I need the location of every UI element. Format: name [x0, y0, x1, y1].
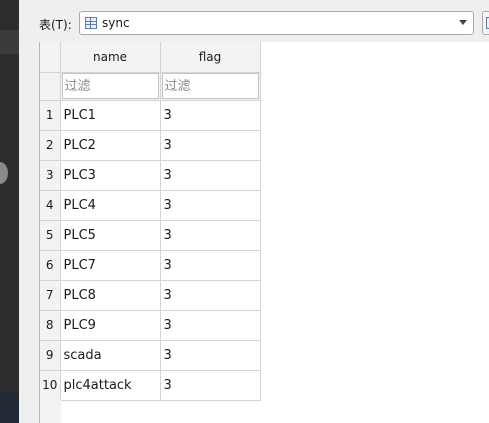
table-row[interactable]: 9 scada 3: [40, 340, 261, 371]
cell-name[interactable]: PLC7: [60, 250, 161, 281]
chevron-down-icon[interactable]: [459, 20, 467, 25]
filter-cell-name: [60, 72, 161, 101]
table-select[interactable]: sync: [79, 11, 474, 35]
background-app-handle: [0, 162, 8, 184]
table-row[interactable]: 1 PLC1 3: [40, 100, 261, 131]
filter-input-name[interactable]: [61, 73, 159, 99]
cell-flag[interactable]: 3: [160, 250, 261, 281]
background-app-footer: [0, 392, 19, 423]
row-number[interactable]: 1: [40, 100, 61, 131]
cell-flag[interactable]: 3: [160, 130, 261, 161]
filter-row-corner: [40, 72, 61, 101]
cell-flag[interactable]: 3: [160, 370, 261, 401]
background-app-band: [0, 30, 19, 54]
cell-flag[interactable]: 3: [160, 100, 261, 131]
row-number[interactable]: 9: [40, 340, 61, 371]
row-header-empty-area: [40, 400, 61, 423]
table-row[interactable]: 4 PLC4 3: [40, 190, 261, 221]
cell-name[interactable]: scada: [60, 340, 161, 371]
cell-flag[interactable]: 3: [160, 190, 261, 221]
cell-name[interactable]: PLC2: [60, 130, 161, 161]
table-icon: [85, 17, 97, 29]
filter-cell-flag: [160, 72, 261, 101]
cell-flag[interactable]: 3: [160, 160, 261, 191]
cell-flag[interactable]: 3: [160, 220, 261, 251]
refresh-table-button[interactable]: [482, 11, 489, 35]
cell-name[interactable]: PLC3: [60, 160, 161, 191]
table-row[interactable]: 6 PLC7 3: [40, 250, 261, 281]
data-table: name flag 1 PLC1 3: [40, 42, 261, 401]
row-number[interactable]: 2: [40, 130, 61, 161]
row-number[interactable]: 5: [40, 220, 61, 251]
table-select-value: sync: [102, 16, 130, 30]
table-row[interactable]: 8 PLC9 3: [40, 310, 261, 341]
cell-name[interactable]: PLC5: [60, 220, 161, 251]
table-row[interactable]: 2 PLC2 3: [40, 130, 261, 161]
grid-corner[interactable]: [40, 42, 61, 73]
table-row[interactable]: 5 PLC5 3: [40, 220, 261, 251]
data-grid: name flag 1 PLC1 3: [39, 42, 489, 423]
table-toolbar: 表(T): sync: [19, 8, 489, 38]
row-number[interactable]: 7: [40, 280, 61, 311]
cell-name[interactable]: PLC4: [60, 190, 161, 221]
column-header-name[interactable]: name: [60, 42, 161, 73]
row-number[interactable]: 8: [40, 310, 61, 341]
row-number[interactable]: 4: [40, 190, 61, 221]
cell-name[interactable]: PLC8: [60, 280, 161, 311]
browse-data-window: 表(T): sync name flag 过滤 过滤 1 PLC1 3 2 PL…: [19, 0, 489, 423]
table-row[interactable]: 10 plc4attack 3: [40, 370, 261, 401]
background-app-panel: [0, 0, 19, 423]
row-number[interactable]: 10: [40, 370, 61, 401]
table-row[interactable]: 7 PLC8 3: [40, 280, 261, 311]
cell-name[interactable]: PLC1: [60, 100, 161, 131]
row-number[interactable]: 3: [40, 160, 61, 191]
column-header-flag[interactable]: flag: [160, 42, 261, 73]
table-label: 表(T):: [39, 18, 72, 32]
cell-flag[interactable]: 3: [160, 340, 261, 371]
cell-flag[interactable]: 3: [160, 280, 261, 311]
cell-flag[interactable]: 3: [160, 310, 261, 341]
cell-name[interactable]: PLC9: [60, 310, 161, 341]
table-row[interactable]: 3 PLC3 3: [40, 160, 261, 191]
filter-input-flag[interactable]: [161, 73, 259, 99]
row-number[interactable]: 6: [40, 250, 61, 281]
cell-name[interactable]: plc4attack: [60, 370, 161, 401]
